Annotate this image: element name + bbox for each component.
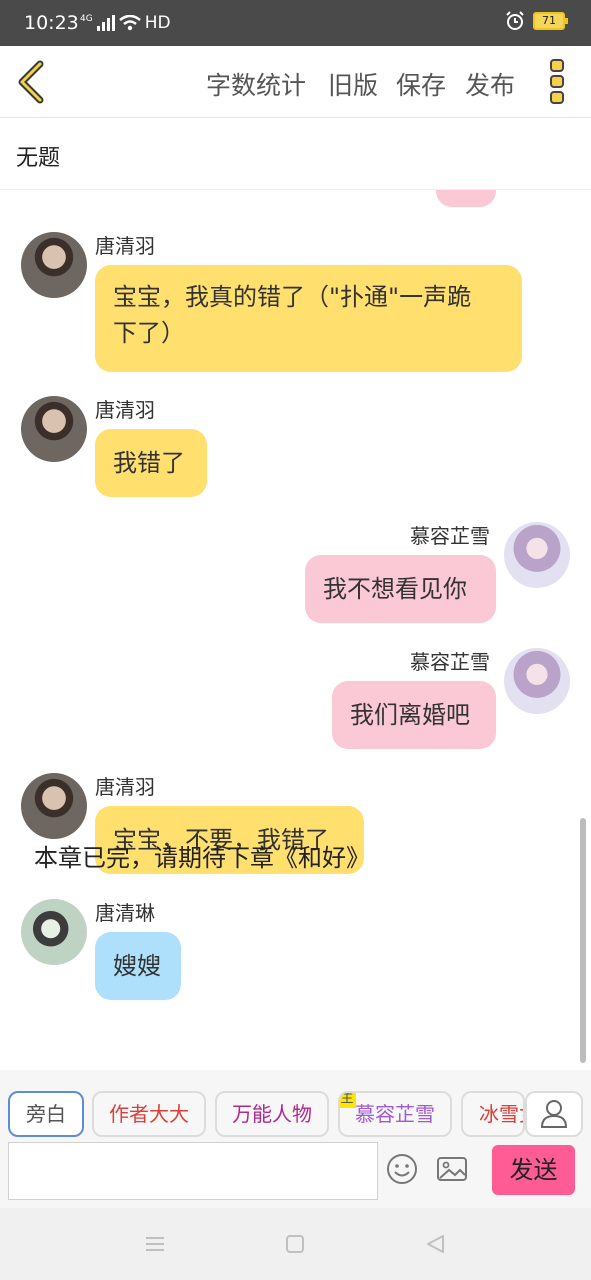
role-chip-murongzhixue[interactable]: 主 慕容芷雪 bbox=[338, 1091, 452, 1137]
message-text-line: 宝宝，我真的错了（"扑通"一声跪 bbox=[113, 283, 472, 311]
status-right: 71 bbox=[505, 11, 568, 31]
emoji-icon[interactable] bbox=[385, 1152, 419, 1186]
sender-name: 唐清羽 bbox=[95, 775, 155, 799]
message-text-line: 下了） bbox=[113, 319, 185, 347]
back-arrow-icon[interactable] bbox=[14, 60, 54, 104]
message-text: 我们离婚吧 bbox=[350, 701, 470, 729]
signal-icon bbox=[96, 15, 115, 31]
role-chip-universal[interactable]: 万能人物 bbox=[215, 1091, 329, 1137]
avatar-murongzhixue[interactable] bbox=[504, 522, 570, 588]
message-input[interactable] bbox=[8, 1142, 378, 1200]
message-bubble[interactable]: 我不想看见你 bbox=[305, 555, 496, 623]
message-bubble[interactable]: 我们离婚吧 bbox=[332, 681, 496, 749]
chat-scrollbar[interactable] bbox=[580, 818, 586, 1063]
role-manager-button[interactable] bbox=[525, 1091, 583, 1137]
sender-name: 慕容芷雪 bbox=[410, 524, 490, 548]
message-bubble[interactable]: 我错了 bbox=[95, 429, 207, 497]
avatar-tangqingyu[interactable] bbox=[21, 396, 87, 462]
sender-name: 唐清琳 bbox=[95, 901, 155, 925]
wifi-icon bbox=[118, 15, 141, 31]
back-icon[interactable] bbox=[423, 1232, 447, 1256]
role-label: 慕容芷雪 bbox=[355, 1102, 435, 1126]
status-bar: 10:23 4G HD 71 bbox=[0, 0, 591, 46]
sender-name: 慕容芷雪 bbox=[410, 650, 490, 674]
hd-indicator: HD bbox=[144, 13, 171, 33]
system-nav-bar bbox=[0, 1208, 591, 1280]
old-version-button[interactable]: 旧版 bbox=[328, 66, 378, 102]
chapter-title-row[interactable]: 无题 bbox=[0, 118, 591, 190]
word-count-button[interactable]: 字数统计 bbox=[206, 66, 306, 102]
editor-toolbar: 字数统计 旧版 保存 发布 bbox=[0, 46, 591, 118]
main-role-badge: 主 bbox=[340, 1093, 356, 1108]
send-label: 发送 bbox=[509, 1156, 558, 1184]
role-chip-author[interactable]: 作者大大 bbox=[92, 1091, 206, 1137]
battery-level: 71 bbox=[542, 14, 556, 27]
menu-icon[interactable] bbox=[143, 1232, 167, 1256]
save-button[interactable]: 保存 bbox=[396, 66, 446, 102]
status-time: 10:23 bbox=[24, 12, 79, 34]
publish-button[interactable]: 发布 bbox=[465, 66, 515, 102]
battery-icon: 71 bbox=[533, 12, 568, 30]
narration-text[interactable]: 本章已完，请期待下章《和好》 bbox=[34, 838, 370, 873]
avatar-tangqingyu[interactable] bbox=[21, 773, 87, 839]
sender-name: 唐清羽 bbox=[95, 234, 155, 258]
message-text: 嫂嫂 bbox=[113, 952, 161, 980]
more-menu-icon[interactable] bbox=[548, 58, 568, 106]
role-chip-bingxuenv[interactable]: 冰雪女 bbox=[461, 1091, 525, 1137]
network-status: 4G HD bbox=[80, 13, 171, 33]
avatar-tangqingyu[interactable] bbox=[21, 232, 87, 298]
home-icon[interactable] bbox=[283, 1232, 307, 1256]
chapter-title[interactable]: 无题 bbox=[16, 140, 60, 172]
role-label: 冰雪女 bbox=[479, 1102, 523, 1126]
role-label: 旁白 bbox=[26, 1102, 66, 1126]
network-type: 4G bbox=[80, 13, 93, 24]
role-chip-narrator[interactable]: 旁白 bbox=[8, 1091, 84, 1137]
person-icon bbox=[540, 1100, 568, 1128]
image-icon[interactable] bbox=[435, 1152, 469, 1186]
send-button[interactable]: 发送 bbox=[492, 1145, 575, 1195]
message-bubble[interactable]: 宝宝，我真的错了（"扑通"一声跪 下了） bbox=[95, 265, 522, 372]
alarm-icon bbox=[506, 11, 524, 30]
sender-name: 唐清羽 bbox=[95, 398, 155, 422]
role-label: 作者大大 bbox=[109, 1102, 189, 1126]
message-text: 我错了 bbox=[113, 449, 185, 477]
role-selector: 旁白 作者大大 万能人物 主 慕容芷雪 冰雪女 bbox=[0, 1070, 591, 1142]
chat-area[interactable]: 唐清羽 宝宝，我真的错了（"扑通"一声跪 下了） 唐清羽 我错了 慕容芷雪 我不… bbox=[0, 190, 591, 1070]
message-text: 我不想看见你 bbox=[323, 575, 467, 603]
message-bubble-partial bbox=[436, 190, 496, 207]
message-input-bar: 发送 bbox=[0, 1140, 591, 1208]
message-bubble[interactable]: 嫂嫂 bbox=[95, 932, 181, 1000]
avatar-murongzhixue[interactable] bbox=[504, 648, 570, 714]
role-label: 万能人物 bbox=[232, 1102, 312, 1126]
avatar-tangqinglin[interactable] bbox=[21, 899, 87, 965]
